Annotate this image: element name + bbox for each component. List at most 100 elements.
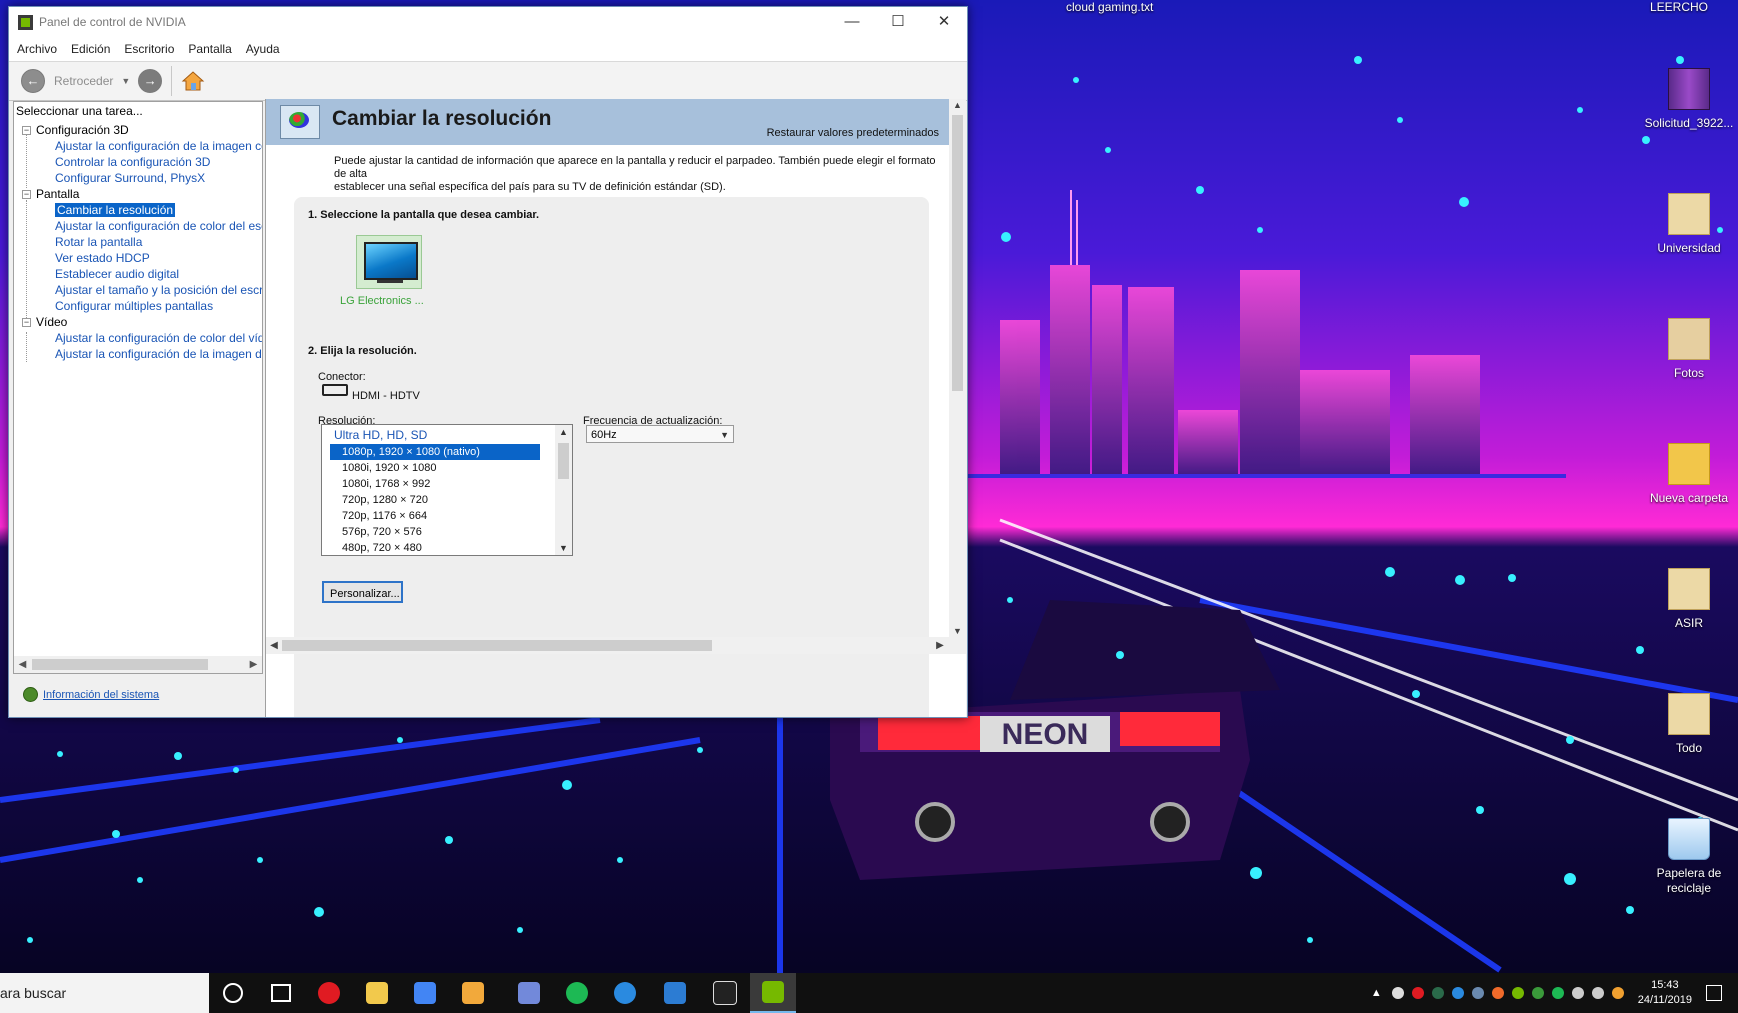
scrollbar-thumb[interactable] <box>282 640 712 651</box>
desktop-icon-solicitud[interactable]: Solicitud_3922... <box>1634 68 1738 131</box>
tree-item-ajustar-imagen[interactable]: Ajustar la configuración de la imagen co… <box>14 138 262 154</box>
maximize-button[interactable]: ☐ <box>875 7 921 37</box>
tree-category-3d[interactable]: − Configuración 3D <box>14 122 262 138</box>
task-tree-hscrollbar[interactable]: ◀ ▶ <box>13 656 263 674</box>
vscode-icon[interactable] <box>652 973 698 1013</box>
menu-ayuda[interactable]: Ayuda <box>246 42 280 56</box>
back-arrow-icon[interactable]: ← <box>21 69 45 93</box>
spotify-icon[interactable] <box>554 973 600 1013</box>
opera-tray-icon[interactable] <box>1411 987 1424 999</box>
scroll-up-icon[interactable]: ▲ <box>949 100 966 110</box>
desktop-file-leercho[interactable]: LEERCHO <box>1650 0 1708 14</box>
tree-category-pantalla[interactable]: − Pantalla <box>14 186 262 202</box>
restore-defaults-link[interactable]: Restaurar valores predeterminados <box>767 127 939 139</box>
tree-item-estado-hdcp[interactable]: Ver estado HDCP <box>14 250 262 266</box>
desktop-icon-papelera[interactable]: Papelera de reciclaje <box>1634 818 1738 896</box>
home-icon[interactable] <box>181 69 205 93</box>
task-view-icon[interactable] <box>258 973 304 1013</box>
scroll-left-icon[interactable]: ◀ <box>14 656 31 673</box>
resolution-listbox[interactable]: Ultra HD, HD, SD 1080p, 1920 × 1080 (nat… <box>321 424 573 556</box>
file-explorer-icon[interactable] <box>354 973 400 1013</box>
display-name-label[interactable]: LG Electronics ... <box>340 295 424 307</box>
resolution-option[interactable]: 1080i, 1768 × 992 <box>322 476 572 492</box>
resolution-option[interactable]: 576p, 720 × 576 <box>322 524 572 540</box>
spotify-tray-icon[interactable] <box>1551 987 1564 999</box>
close-button[interactable]: ✕ <box>921 7 967 37</box>
tree-item-multiples-pantallas[interactable]: Configurar múltiples pantallas <box>14 298 262 314</box>
resolution-list-scrollbar[interactable]: ▲ ▼ <box>555 425 572 555</box>
scroll-down-icon[interactable]: ▼ <box>949 626 966 636</box>
cortana-icon[interactable] <box>210 973 256 1013</box>
tray-app-icon[interactable] <box>1431 987 1444 999</box>
scrollbar-thumb[interactable] <box>32 659 208 670</box>
minimize-button[interactable]: — <box>829 7 875 37</box>
resolution-option-selected[interactable]: 1080p, 1920 × 1080 (nativo) <box>330 444 540 460</box>
tree-item-controlar-3d[interactable]: Controlar la configuración 3D <box>14 154 262 170</box>
desktop-icon-universidad[interactable]: Universidad <box>1634 193 1738 256</box>
tree-item-rotar-pantalla[interactable]: Rotar la pantalla <box>14 234 262 250</box>
avast-icon[interactable] <box>1611 987 1624 999</box>
chevron-up-icon[interactable]: ▲ <box>1371 987 1382 999</box>
forward-arrow-icon[interactable]: → <box>138 69 163 93</box>
customize-button[interactable]: Personalizar... <box>322 581 403 603</box>
history-dropdown-icon[interactable]: ▼ <box>121 76 130 86</box>
resolution-option[interactable]: 720p, 1176 × 664 <box>322 508 572 524</box>
desktop-icon-todo[interactable]: Todo <box>1634 693 1738 756</box>
tree-item-audio-digital[interactable]: Establecer audio digital <box>14 266 262 282</box>
scroll-left-icon[interactable]: ◀ <box>266 637 282 654</box>
tray-app-icon[interactable] <box>1531 987 1544 999</box>
content-hscrollbar[interactable]: ◀ ▶ <box>266 637 966 654</box>
tree-item-tamano-posicion[interactable]: Ajustar el tamaño y la posición del escr… <box>14 282 262 298</box>
scroll-right-icon[interactable]: ▶ <box>245 656 262 673</box>
resolution-option[interactable]: 720p, 1280 × 720 <box>322 492 572 508</box>
tree-item-imagen-video[interactable]: Ajustar la configuración de la imagen de… <box>14 346 262 362</box>
system-info-link-text[interactable]: Información del sistema <box>43 689 159 701</box>
back-button-label[interactable]: Retroceder <box>54 74 113 88</box>
network-icon[interactable] <box>1571 987 1584 999</box>
nvidia-control-panel-window: Panel de control de NVIDIA — ☐ ✕ Archivo… <box>8 6 968 718</box>
nvidia-icon[interactable] <box>750 973 796 1013</box>
tree-category-video[interactable]: − Vídeo <box>14 314 262 330</box>
tree-item-color-escritorio[interactable]: Ajustar la configuración de color del es… <box>14 218 262 234</box>
task-tree[interactable]: Seleccionar una tarea... − Configuración … <box>13 101 263 657</box>
steam-icon[interactable] <box>1471 987 1484 999</box>
scroll-up-icon[interactable]: ▲ <box>555 427 572 437</box>
vectorial-icon[interactable] <box>450 973 496 1013</box>
clock[interactable]: 15:43 24/11/2019 <box>1638 978 1692 1008</box>
desktop-icon-fotos[interactable]: Fotos <box>1634 318 1738 381</box>
discord-icon[interactable] <box>506 973 552 1013</box>
resolution-option[interactable]: 1080i, 1920 × 1080 <box>322 460 572 476</box>
tree-item-cambiar-resolucion[interactable]: Cambiar la resolución <box>14 202 262 218</box>
system-info-link[interactable]: Información del sistema <box>23 687 159 702</box>
refresh-rate-select[interactable]: 60Hz ▼ <box>586 425 734 443</box>
volume-icon[interactable] <box>1591 987 1604 999</box>
scroll-down-icon[interactable]: ▼ <box>555 543 572 553</box>
resolution-option[interactable]: 480p, 720 × 480 <box>322 540 572 555</box>
tree-item-color-video[interactable]: Ajustar la configuración de color del ví… <box>14 330 262 346</box>
nvidia-tray-icon[interactable] <box>1511 987 1524 999</box>
menu-edicion[interactable]: Edición <box>71 42 110 56</box>
title-bar[interactable]: Panel de control de NVIDIA — ☐ ✕ <box>9 7 967 37</box>
menu-archivo[interactable]: Archivo <box>17 42 57 56</box>
bluetooth-icon[interactable] <box>1451 987 1464 999</box>
chrome-icon[interactable] <box>402 973 448 1013</box>
onedrive-icon[interactable] <box>1391 987 1404 999</box>
menu-pantalla[interactable]: Pantalla <box>188 42 231 56</box>
desktop-icon-nueva-carpeta[interactable]: Nueva carpeta <box>1634 443 1738 506</box>
scrollbar-thumb[interactable] <box>558 443 569 479</box>
origin-icon[interactable] <box>1491 987 1504 999</box>
mw-game-icon[interactable] <box>702 973 748 1013</box>
uplay-icon[interactable] <box>602 973 648 1013</box>
clock-time: 15:43 <box>1651 979 1679 991</box>
desktop-icon-asir[interactable]: ASIR <box>1634 568 1738 631</box>
taskbar-search-box[interactable]: ara buscar <box>0 973 209 1013</box>
notifications-icon[interactable] <box>1706 985 1722 1001</box>
scroll-right-icon[interactable]: ▶ <box>932 637 948 654</box>
desktop-file-cloud-gaming[interactable]: cloud gaming.txt <box>1066 0 1153 14</box>
display-lg-electronics[interactable] <box>356 235 422 289</box>
scrollbar-thumb[interactable] <box>952 115 963 391</box>
menu-escritorio[interactable]: Escritorio <box>124 42 174 56</box>
opera-icon[interactable] <box>306 973 352 1013</box>
content-vscrollbar[interactable]: ▲ ▼ <box>949 99 966 637</box>
tree-item-surround-physx[interactable]: Configurar Surround, PhysX <box>14 170 262 186</box>
